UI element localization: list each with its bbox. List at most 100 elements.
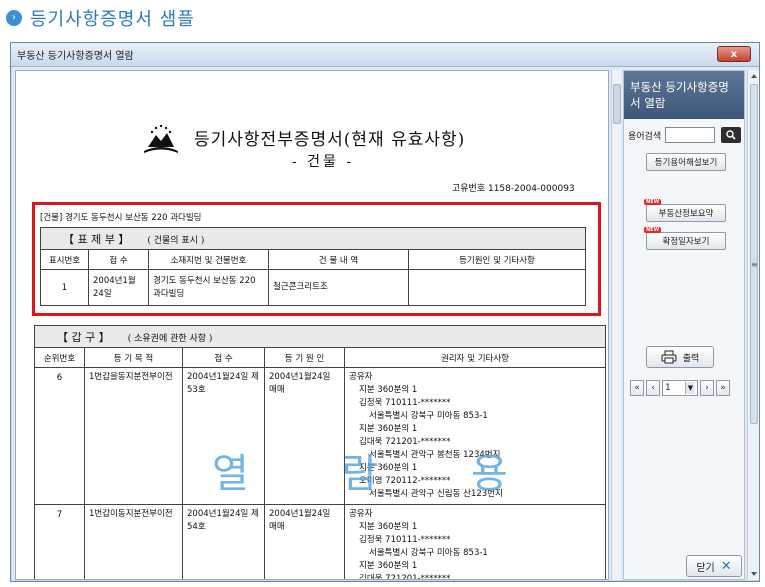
table-row: 6 1번갑을동지분전부이전 2004년1월24일 제53호 2004년1월24일… (34, 367, 606, 505)
close-button[interactable]: 닫기 ✕ (686, 555, 742, 577)
cell-detail: 철근콘크리트조 (268, 269, 409, 306)
rights-line: 지분 360분의 1 (359, 522, 418, 532)
printer-icon (661, 350, 677, 364)
rights-line: 지분 360분의 1 (359, 561, 418, 571)
rights-line: 김정욱 710111-******* (359, 398, 451, 408)
property-summary-label: 부동산정보요약 (658, 209, 714, 219)
pyoje-column-row: 표시번호 접 수 소재지번 및 건물번호 건 물 내 역 등기원인 및 기타사항 (40, 249, 586, 270)
search-button[interactable] (721, 127, 742, 143)
document-scrollbar[interactable] (611, 70, 621, 580)
table-row: 7 1번갑이동지분전부이전 2004년1월24일 제54호 2004년1월24일… (34, 504, 606, 580)
cell-purpose: 1번갑을동지분전부이전 (84, 367, 183, 505)
rights-line: 지분 360분의 1 (359, 463, 418, 473)
window-close-button[interactable]: x (717, 46, 751, 62)
document-area: 등기사항전부증명서(현재 유효사항) - 건물 - 고유번호 1158-2004… (15, 70, 609, 580)
window-title: 부동산 등기사항증명서 열람 (17, 51, 134, 62)
unique-number: 고유번호 1158-2004-000093 (452, 184, 575, 194)
column-header: 소재지번 및 건물번호 (148, 249, 269, 270)
page-select[interactable]: 1 ▼ (662, 380, 698, 396)
pyoje-header-sub: ( 건물의 표시 ) (147, 235, 205, 246)
cell-purpose: 1번갑이동지분전부이전 (84, 504, 183, 579)
close-icon: ✕ (720, 558, 732, 574)
gap-header-title: 【 갑 구 】 (57, 330, 110, 344)
column-header: 건 물 내 역 (268, 249, 409, 270)
building-address-line: [건물] 경기도 동두천시 보산동 220 과다빌딩 (40, 213, 202, 223)
scroll-up-icon[interactable] (751, 74, 757, 78)
next-page-button[interactable]: › (700, 380, 714, 396)
cell-receipt: 2004년1월24일 제54호 (182, 504, 265, 579)
print-button[interactable]: 출력 (646, 346, 714, 368)
column-header: 표시번호 (40, 249, 89, 270)
new-badge: NEW (644, 199, 662, 205)
column-header: 권리자 및 기타사항 (344, 347, 606, 368)
glossary-button[interactable]: 등기용어해설보기 (646, 153, 726, 171)
cell-no: 1 (40, 269, 89, 306)
document-subtitle: - 건물 - (292, 154, 355, 170)
search-label: 용어검색 (628, 131, 662, 142)
prev-page-button[interactable]: ‹ (646, 380, 660, 396)
page-select-value: 1 (665, 383, 671, 393)
cell-receipt: 2004년1월24일 제53호 (182, 367, 265, 505)
cell-no: 7 (34, 504, 85, 579)
cell-rights: 공유자 지분 360분의 1 김정욱 710111-******* 서울특별시 강북구… (344, 367, 606, 505)
search-icon (726, 130, 736, 140)
rights-line: 서울특별시 관악구 봉천동 1234번지 (369, 450, 501, 460)
gap-table: 【 갑 구 】 ( 소유권에 관한 사항 ) 순위번호 등 기 목 적 접 수 등… (34, 325, 606, 580)
column-header: 접 수 (88, 249, 149, 270)
page-navigator: « ‹ 1 ▼ › » (630, 380, 732, 396)
pyoje-header-title: 【 표 제 부 】 (63, 232, 130, 246)
column-header: 접 수 (182, 347, 265, 368)
rights-line: 서울특별시 관악구 신림동 산123번지 (369, 489, 503, 499)
rights-line: 공유자 (349, 509, 373, 519)
side-panel: 부동산 등기사항증명서 열람 용어검색 등기용어해설보기 NEW 부동산정보요약… (623, 70, 745, 580)
rights-line: 김대욱 721201-******* (359, 574, 451, 580)
fixed-date-button[interactable]: NEW 확정일자보기 (644, 227, 726, 250)
side-scrollbar-thumb[interactable] (750, 84, 758, 424)
new-badge: NEW (644, 227, 662, 233)
rights-line: 오미영 720112-******* (359, 476, 451, 486)
page-header: › 등기사항증명서 샘플 (0, 0, 765, 36)
cell-etc (408, 269, 586, 306)
column-header: 등 기 원 인 (264, 347, 345, 368)
grip-icon: ≡ (751, 260, 758, 269)
cell-cause: 2004년1월24일 매매 (264, 367, 345, 505)
page-title: 등기사항증명서 샘플 (30, 9, 195, 30)
property-summary-button[interactable]: NEW 부동산정보요약 (644, 199, 726, 222)
gap-header-sub: ( 소유권에 관한 사항 ) (127, 333, 213, 344)
gap-header: 【 갑 구 】 ( 소유권에 관한 사항 ) (34, 325, 606, 348)
table-row: 1 2004년1월24일 경기도 동두천시 보산동 220 과다빌딩 철근콘크리… (40, 269, 586, 306)
print-label: 출력 (682, 353, 700, 364)
cell-date: 2004년1월24일 (88, 269, 149, 306)
chevron-down-icon: ▼ (685, 382, 695, 394)
close-label: 닫기 (696, 562, 715, 574)
rights-line: 지분 360분의 1 (359, 424, 418, 434)
scroll-down-icon[interactable] (751, 572, 757, 576)
column-header: 등기원인 및 기타사항 (408, 249, 586, 270)
glossary-search: 용어검색 (628, 127, 742, 143)
court-emblem-icon (144, 124, 178, 153)
fixed-date-label: 확정일자보기 (662, 237, 710, 247)
side-panel-title: 부동산 등기사항증명서 열람 (624, 71, 744, 119)
cell-address: 경기도 동두천시 보산동 220 과다빌딩 (148, 269, 269, 306)
rights-line: 서울특별시 강북구 미아동 853-1 (369, 411, 488, 421)
side-scrollbar[interactable]: ≡ (747, 70, 759, 580)
first-page-button[interactable]: « (630, 380, 644, 396)
chevron-right-icon: › (6, 10, 22, 26)
cell-no: 6 (34, 367, 85, 505)
window-titlebar: 부동산 등기사항증명서 열람 x (11, 43, 759, 67)
rights-line: 지분 360분의 1 (359, 385, 418, 395)
rights-line: 김대욱 721201-******* (359, 437, 451, 447)
cell-cause: 2004년1월24일 매매 (264, 504, 345, 579)
document-title: 등기사항전부증명서(현재 유효사항) (194, 129, 466, 150)
rights-line: 김정욱 710111-******* (359, 535, 451, 545)
pyoje-table: 【 표 제 부 】 ( 건물의 표시 ) 표시번호 접 수 소재지번 및 건물번호… (40, 227, 586, 306)
cell-rights: 공유자지분 360분의 1 김정욱 710111-******* 서울특별시 강북구… (344, 504, 606, 580)
gap-column-row: 순위번호 등 기 목 적 접 수 등 기 원 인 권리자 및 기타사항 (34, 347, 606, 368)
search-input[interactable] (665, 127, 716, 143)
column-header: 순위번호 (34, 347, 85, 368)
rights-line: 서울특별시 강북구 미아동 853-1 (369, 548, 488, 558)
last-page-button[interactable]: » (716, 380, 730, 396)
document-scrollbar-thumb[interactable] (613, 84, 621, 124)
column-header: 등 기 목 적 (84, 347, 183, 368)
pyoje-header: 【 표 제 부 】 ( 건물의 표시 ) (40, 227, 586, 250)
